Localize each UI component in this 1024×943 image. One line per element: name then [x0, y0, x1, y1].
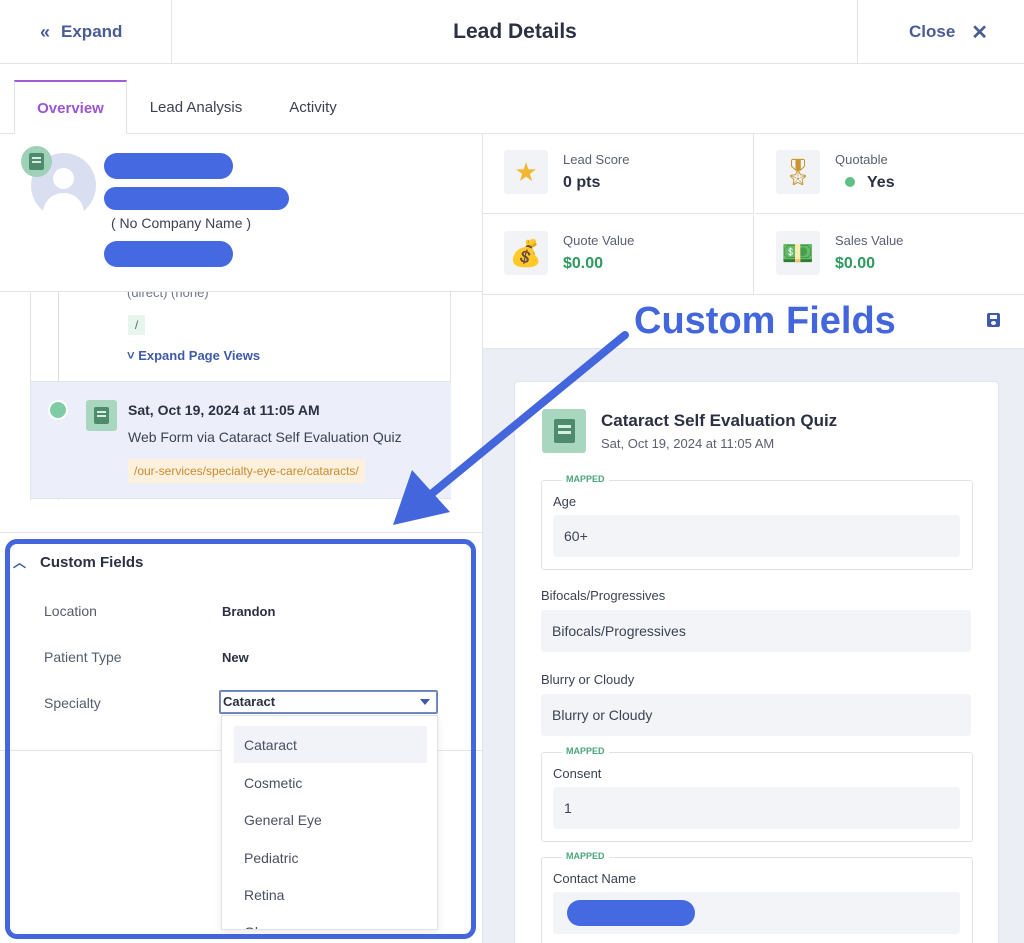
annotation-arrow [393, 331, 629, 525]
